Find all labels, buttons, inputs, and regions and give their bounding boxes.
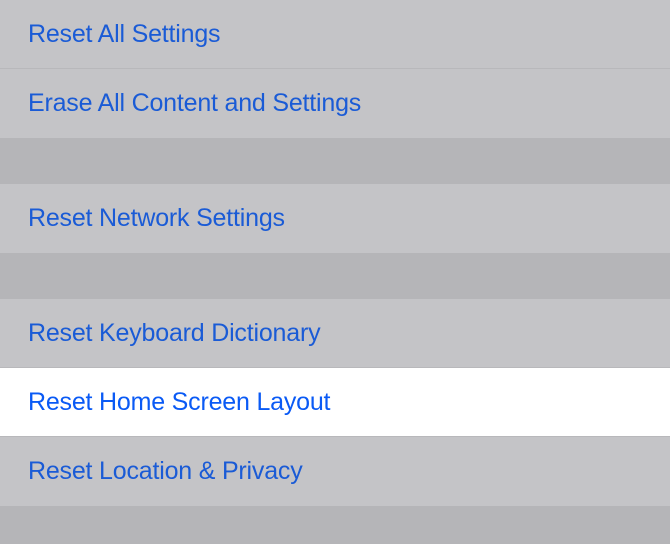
row-label: Erase All Content and Settings xyxy=(28,89,361,118)
row-label: Reset Home Screen Layout xyxy=(28,388,330,417)
row-reset-network-settings[interactable]: Reset Network Settings xyxy=(0,184,670,253)
row-reset-all-settings[interactable]: Reset All Settings xyxy=(0,0,670,69)
row-reset-location-privacy[interactable]: Reset Location & Privacy xyxy=(0,437,670,506)
section-gap xyxy=(0,253,670,299)
row-label: Reset Location & Privacy xyxy=(28,457,303,486)
row-label: Reset Network Settings xyxy=(28,204,285,233)
section-gap xyxy=(0,138,670,184)
row-reset-home-screen-layout[interactable]: Reset Home Screen Layout xyxy=(0,368,670,437)
row-reset-keyboard-dictionary[interactable]: Reset Keyboard Dictionary xyxy=(0,299,670,368)
settings-group-1: Reset All Settings Erase All Content and… xyxy=(0,0,670,138)
row-label: Reset Keyboard Dictionary xyxy=(28,319,320,348)
settings-group-2: Reset Network Settings xyxy=(0,184,670,253)
row-erase-all-content-and-settings[interactable]: Erase All Content and Settings xyxy=(0,69,670,138)
settings-group-3: Reset Keyboard Dictionary Reset Home Scr… xyxy=(0,299,670,506)
row-label: Reset All Settings xyxy=(28,20,220,49)
